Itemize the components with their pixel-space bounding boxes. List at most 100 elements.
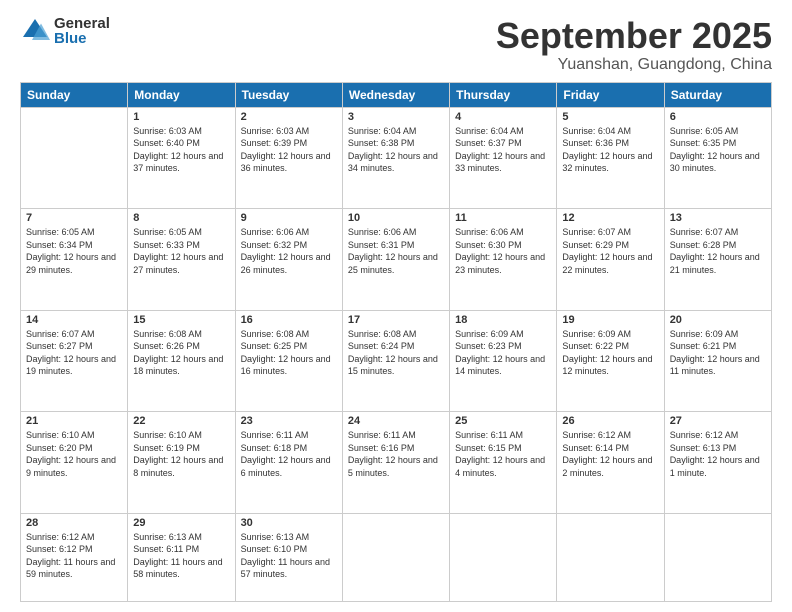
day-number: 26 [562, 415, 658, 427]
header: General Blue September 2025 Yuanshan, Gu… [20, 16, 772, 74]
day-info: Sunrise: 6:11 AM Sunset: 6:16 PM Dayligh… [348, 429, 444, 479]
day-number: 11 [455, 212, 551, 224]
day-info: Sunrise: 6:06 AM Sunset: 6:30 PM Dayligh… [455, 226, 551, 276]
day-number: 12 [562, 212, 658, 224]
day-info: Sunrise: 6:08 AM Sunset: 6:24 PM Dayligh… [348, 328, 444, 378]
table-row: 24 Sunrise: 6:11 AM Sunset: 6:16 PM Dayli… [342, 412, 449, 514]
table-row: 18Sunrise: 6:09 AM Sunset: 6:23 PM Dayli… [450, 310, 557, 412]
day-number: 27 [670, 415, 766, 427]
day-number: 4 [455, 111, 551, 123]
table-row [664, 513, 771, 601]
day-number: 17 [348, 314, 444, 326]
logo-icon [20, 16, 50, 46]
day-info: Sunrise: 6:07 AM Sunset: 6:29 PM Dayligh… [562, 226, 658, 276]
day-info: Sunrise: 6:10 AM Sunset: 6:20 PM Dayligh… [26, 429, 122, 479]
day-number: 22 [133, 415, 229, 427]
table-row: 17 Sunrise: 6:08 AM Sunset: 6:24 PM Dayli… [342, 310, 449, 412]
day-info: Sunrise: 6:08 AM Sunset: 6:26 PM Dayligh… [133, 328, 229, 378]
table-row: 6Sunrise: 6:05 AM Sunset: 6:35 PM Daylig… [664, 107, 771, 209]
day-info: Sunrise: 6:04 AM Sunset: 6:38 PM Dayligh… [348, 125, 444, 175]
table-row: 11 Sunrise: 6:06 AM Sunset: 6:30 PM Dayli… [450, 209, 557, 311]
day-number: 21 [26, 415, 122, 427]
table-row: 9 Sunrise: 6:06 AM Sunset: 6:32 PM Daylig… [235, 209, 342, 311]
day-number: 1 [133, 111, 229, 123]
location-title: Yuanshan, Guangdong, China [496, 56, 772, 74]
day-number: 13 [670, 212, 766, 224]
day-info: Sunrise: 6:13 AM Sunset: 6:11 PM Dayligh… [133, 531, 229, 581]
day-info: Sunrise: 6:09 AM Sunset: 6:22 PM Dayligh… [562, 328, 658, 378]
day-number: 25 [455, 415, 551, 427]
day-info: Sunrise: 6:11 AM Sunset: 6:18 PM Dayligh… [241, 429, 337, 479]
day-number: 16 [241, 314, 337, 326]
table-row: 20 Sunrise: 6:09 AM Sunset: 6:21 PM Dayli… [664, 310, 771, 412]
table-row [557, 513, 664, 601]
day-number: 28 [26, 517, 122, 529]
day-number: 15 [133, 314, 229, 326]
header-sunday: Sunday [21, 82, 128, 107]
table-row: 3 Sunrise: 6:04 AM Sunset: 6:38 PM Daylig… [342, 107, 449, 209]
table-row: 26 Sunrise: 6:12 AM Sunset: 6:14 PM Dayli… [557, 412, 664, 514]
table-row: 8 Sunrise: 6:05 AM Sunset: 6:33 PM Daylig… [128, 209, 235, 311]
table-row: 7 Sunrise: 6:05 AM Sunset: 6:34 PM Daylig… [21, 209, 128, 311]
table-row: 25Sunrise: 6:11 AM Sunset: 6:15 PM Dayli… [450, 412, 557, 514]
day-number: 9 [241, 212, 337, 224]
day-number: 24 [348, 415, 444, 427]
title-block: September 2025 Yuanshan, Guangdong, Chin… [496, 16, 772, 74]
day-info: Sunrise: 6:09 AM Sunset: 6:23 PM Dayligh… [455, 328, 551, 378]
day-info: Sunrise: 6:12 AM Sunset: 6:12 PM Dayligh… [26, 531, 122, 581]
header-tuesday: Tuesday [235, 82, 342, 107]
logo-blue: Blue [54, 31, 110, 46]
table-row: 27 Sunrise: 6:12 AM Sunset: 6:13 PM Dayli… [664, 412, 771, 514]
day-number: 29 [133, 517, 229, 529]
day-info: Sunrise: 6:05 AM Sunset: 6:34 PM Dayligh… [26, 226, 122, 276]
header-thursday: Thursday [450, 82, 557, 107]
day-number: 10 [348, 212, 444, 224]
day-info: Sunrise: 6:04 AM Sunset: 6:37 PM Dayligh… [455, 125, 551, 175]
header-row: Sunday Monday Tuesday Wednesday Thursday… [21, 82, 772, 107]
table-row: 13 Sunrise: 6:07 AM Sunset: 6:28 PM Dayli… [664, 209, 771, 311]
table-row: 23Sunrise: 6:11 AM Sunset: 6:18 PM Dayli… [235, 412, 342, 514]
table-row: 10 Sunrise: 6:06 AM Sunset: 6:31 PM Dayli… [342, 209, 449, 311]
day-info: Sunrise: 6:07 AM Sunset: 6:28 PM Dayligh… [670, 226, 766, 276]
logo-text: General Blue [54, 16, 110, 46]
table-row: 14Sunrise: 6:07 AM Sunset: 6:27 PM Dayli… [21, 310, 128, 412]
table-row: 4 Sunrise: 6:04 AM Sunset: 6:37 PM Daylig… [450, 107, 557, 209]
table-row: 22 Sunrise: 6:10 AM Sunset: 6:19 PM Dayli… [128, 412, 235, 514]
day-info: Sunrise: 6:05 AM Sunset: 6:33 PM Dayligh… [133, 226, 229, 276]
day-number: 20 [670, 314, 766, 326]
table-row [21, 107, 128, 209]
table-row [450, 513, 557, 601]
page: General Blue September 2025 Yuanshan, Gu… [0, 0, 792, 612]
day-info: Sunrise: 6:12 AM Sunset: 6:13 PM Dayligh… [670, 429, 766, 479]
day-number: 5 [562, 111, 658, 123]
month-year-title: September 2025 [496, 16, 772, 56]
day-number: 30 [241, 517, 337, 529]
day-info: Sunrise: 6:04 AM Sunset: 6:36 PM Dayligh… [562, 125, 658, 175]
day-info: Sunrise: 6:03 AM Sunset: 6:39 PM Dayligh… [241, 125, 337, 175]
day-info: Sunrise: 6:09 AM Sunset: 6:21 PM Dayligh… [670, 328, 766, 378]
header-monday: Monday [128, 82, 235, 107]
logo-general: General [54, 16, 110, 31]
table-row [342, 513, 449, 601]
table-row: 19Sunrise: 6:09 AM Sunset: 6:22 PM Dayli… [557, 310, 664, 412]
header-wednesday: Wednesday [342, 82, 449, 107]
day-number: 2 [241, 111, 337, 123]
day-info: Sunrise: 6:03 AM Sunset: 6:40 PM Dayligh… [133, 125, 229, 175]
day-number: 7 [26, 212, 122, 224]
table-row: 12 Sunrise: 6:07 AM Sunset: 6:29 PM Dayli… [557, 209, 664, 311]
table-row: 16Sunrise: 6:08 AM Sunset: 6:25 PM Dayli… [235, 310, 342, 412]
day-info: Sunrise: 6:07 AM Sunset: 6:27 PM Dayligh… [26, 328, 122, 378]
header-friday: Friday [557, 82, 664, 107]
calendar-table: Sunday Monday Tuesday Wednesday Thursday… [20, 82, 772, 602]
table-row: 28 Sunrise: 6:12 AM Sunset: 6:12 PM Dayli… [21, 513, 128, 601]
day-info: Sunrise: 6:12 AM Sunset: 6:14 PM Dayligh… [562, 429, 658, 479]
day-number: 8 [133, 212, 229, 224]
table-row: 5 Sunrise: 6:04 AM Sunset: 6:36 PM Daylig… [557, 107, 664, 209]
table-row: 21 Sunrise: 6:10 AM Sunset: 6:20 PM Dayli… [21, 412, 128, 514]
day-info: Sunrise: 6:06 AM Sunset: 6:31 PM Dayligh… [348, 226, 444, 276]
day-number: 3 [348, 111, 444, 123]
day-info: Sunrise: 6:10 AM Sunset: 6:19 PM Dayligh… [133, 429, 229, 479]
table-row: 15 Sunrise: 6:08 AM Sunset: 6:26 PM Dayli… [128, 310, 235, 412]
logo: General Blue [20, 16, 110, 46]
day-info: Sunrise: 6:06 AM Sunset: 6:32 PM Dayligh… [241, 226, 337, 276]
